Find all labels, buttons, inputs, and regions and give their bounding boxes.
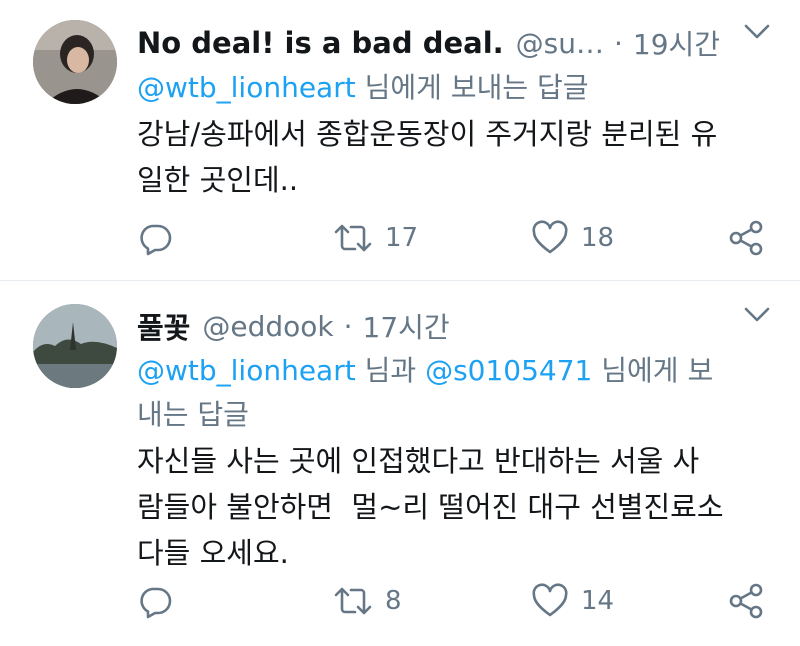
tweet[interactable]: No deal! is a bad deal. @su… · 19시간 @wtb… [0,0,800,280]
mention-link[interactable]: @wtb_lionheart [137,71,356,104]
share-icon [729,220,763,256]
reply-joiner: 님과 [364,354,417,387]
reply-bubble-icon [140,587,172,619]
heart-icon [532,583,568,617]
chevron-down-icon[interactable] [744,307,770,323]
separator: · [614,26,623,60]
timestamp[interactable]: 19시간 [633,23,720,63]
separator: · [343,309,353,343]
reply-context: @wtb_lionheart 님에게 보내는 답글 [137,66,774,110]
avatar[interactable] [33,20,117,104]
retweet-count: 8 [385,586,402,616]
display-name[interactable]: No deal! is a bad deal. [137,26,504,60]
reply-button[interactable] [137,218,173,258]
reply-suffix: 님에게 보 [601,354,714,387]
retweet-button[interactable]: 17 [333,218,418,258]
tweet-text-line: 다들 오세요. [137,536,289,570]
like-button[interactable]: 18 [531,218,614,258]
chevron-down-icon[interactable] [744,24,770,40]
timestamp[interactable]: 17시간 [363,306,450,346]
reply-suffix-cont: 내는 답글 [137,398,249,431]
heart-icon [532,220,568,254]
display-name[interactable]: 풀꽃 [137,305,190,347]
retweet-count: 17 [385,223,419,253]
retweet-icon [334,587,372,615]
mention-link[interactable]: @wtb_lionheart [137,354,356,387]
user-handle[interactable]: @eddook [202,310,333,343]
share-icon [729,583,763,619]
avatar-photo [33,20,117,104]
reply-suffix: 님에게 보내는 답글 [364,71,589,104]
reply-button[interactable] [137,581,173,621]
tweet-text-line: 자신들 사는 곳에 인접했다고 반대하는 서울 사 [137,444,700,478]
user-handle[interactable]: @su… [516,27,604,60]
tweet-header: No deal! is a bad deal. @su… · 19시간 [137,22,774,64]
share-button[interactable] [727,581,765,621]
tweet[interactable]: 풀꽃 @eddook · 17시간 @wtb_lionheart 님과 @s01… [0,280,800,646]
tweet-actions: 17 18 [137,218,774,258]
tweet-text: 자신들 사는 곳에 인접했다고 반대하는 서울 사 람들아 불안하면 멀~리 떨… [137,438,774,576]
retweet-button[interactable]: 8 [333,581,402,621]
like-button[interactable]: 14 [531,581,614,621]
tweet-text-line: 람들아 불안하면 멀~리 떨어진 대구 선별진료소 [137,490,724,524]
tweet-text: 강남/송파에서 종합운동장이 주거지랑 분리된 유 일한 곳인데.. [137,111,774,203]
tweet-actions: 8 14 [137,581,774,621]
tweet-text-line: 일한 곳인데.. [137,163,299,197]
like-count: 14 [581,586,615,616]
reply-bubble-icon [140,224,172,256]
mention-link[interactable]: @s0105471 [425,354,592,387]
tweet-text-line: 강남/송파에서 종합운동장이 주거지랑 분리된 유 [137,117,718,151]
tweet-header: 풀꽃 @eddook · 17시간 [137,305,774,347]
avatar[interactable] [33,304,117,388]
avatar-photo [33,304,117,388]
reply-context: @wtb_lionheart 님과 @s0105471 님에게 보 내는 답글 [137,349,774,437]
share-button[interactable] [727,218,765,258]
retweet-icon [334,224,372,252]
like-count: 18 [581,223,615,253]
